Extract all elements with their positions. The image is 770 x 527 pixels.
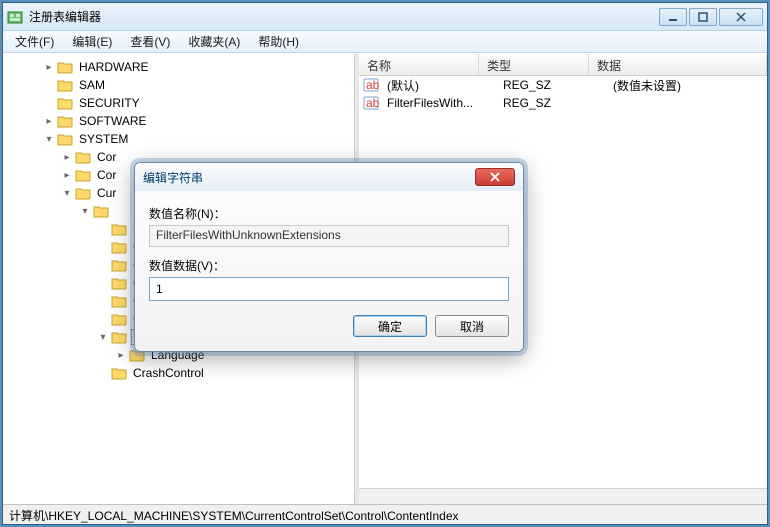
folder-icon <box>111 366 127 380</box>
dialog-close-button[interactable] <box>475 168 515 186</box>
close-button[interactable] <box>719 8 763 26</box>
menu-bar: 文件(F) 编辑(E) 查看(V) 收藏夹(A) 帮助(H) <box>3 31 767 53</box>
collapse-icon[interactable]: ▾ <box>43 133 55 145</box>
edit-string-dialog: 编辑字符串 数值名称(N)： FilterFilesWithUnknownExt… <box>134 162 524 352</box>
titlebar[interactable]: 注册表编辑器 <box>3 3 767 31</box>
list-header: 名称 类型 数据 <box>359 54 767 76</box>
expand-icon[interactable]: ▸ <box>43 61 55 73</box>
tree-item-label: SOFTWARE <box>77 114 149 128</box>
expand-icon[interactable]: ▸ <box>115 349 127 361</box>
svg-text:ab: ab <box>366 78 379 92</box>
folder-icon <box>57 96 73 110</box>
folder-icon <box>111 312 127 326</box>
folder-icon <box>111 222 127 236</box>
menu-file[interactable]: 文件(F) <box>7 31 62 52</box>
cell-name: FilterFilesWith... <box>383 96 499 110</box>
collapse-icon[interactable]: ▾ <box>79 205 91 217</box>
menu-help[interactable]: 帮助(H) <box>250 31 307 52</box>
cell-type: REG_SZ <box>499 78 609 92</box>
folder-icon <box>111 330 127 344</box>
menu-edit[interactable]: 编辑(E) <box>64 31 120 52</box>
status-bar: 计算机\HKEY_LOCAL_MACHINE\SYSTEM\CurrentCon… <box>3 504 767 524</box>
minimize-button[interactable] <box>659 8 687 26</box>
svg-text:ab: ab <box>366 96 379 110</box>
collapse-icon[interactable]: ▾ <box>61 187 73 199</box>
string-value-icon: ab <box>363 95 379 111</box>
maximize-button[interactable] <box>689 8 717 26</box>
tree-item-label: SECURITY <box>77 96 142 110</box>
folder-icon <box>57 114 73 128</box>
menu-favorites[interactable]: 收藏夹(A) <box>180 31 248 52</box>
expand-icon[interactable]: ▸ <box>61 151 73 163</box>
cell-type: REG_SZ <box>499 96 609 110</box>
tree-item-label: HARDWARE <box>77 60 151 74</box>
value-name-field: FilterFilesWithUnknownExtensions <box>149 225 509 247</box>
tree-item-label: CrashControl <box>131 366 206 380</box>
dialog-title: 编辑字符串 <box>143 169 475 186</box>
registry-icon <box>7 9 23 25</box>
tree-item[interactable]: ▸SECURITY <box>3 94 354 112</box>
list-row[interactable]: ab (默认)REG_SZ(数值未设置) <box>359 76 767 94</box>
dialog-titlebar[interactable]: 编辑字符串 <box>135 163 523 191</box>
folder-icon <box>57 78 73 92</box>
folder-icon <box>111 258 127 272</box>
cell-name: (默认) <box>383 77 499 94</box>
list-row[interactable]: ab FilterFilesWith...REG_SZ <box>359 94 767 112</box>
collapse-icon[interactable]: ▾ <box>97 331 109 343</box>
folder-icon <box>57 60 73 74</box>
tree-item[interactable]: ▸CrashControl <box>3 364 354 382</box>
tree-item-label: SYSTEM <box>77 132 130 146</box>
col-name[interactable]: 名称 <box>359 54 479 75</box>
folder-icon <box>111 294 127 308</box>
menu-view[interactable]: 查看(V) <box>122 31 178 52</box>
folder-icon <box>111 276 127 290</box>
cell-data: (数值未设置) <box>609 77 767 94</box>
value-data-label: 数值数据(V)： <box>149 257 509 274</box>
col-data[interactable]: 数据 <box>589 54 767 75</box>
folder-icon <box>57 132 73 146</box>
string-value-icon: ab <box>363 77 379 93</box>
tree-item-label: SAM <box>77 78 107 92</box>
horizontal-scrollbar[interactable] <box>359 488 767 504</box>
expand-icon[interactable]: ▸ <box>61 169 73 181</box>
tree-item-label: Cor <box>95 168 118 182</box>
expand-icon[interactable]: ▸ <box>43 115 55 127</box>
folder-icon <box>93 204 109 218</box>
col-type[interactable]: 类型 <box>479 54 589 75</box>
tree-item[interactable]: ▸ HARDWARE <box>3 58 354 76</box>
folder-icon <box>111 240 127 254</box>
tree-item-label: Cor <box>95 150 118 164</box>
folder-icon <box>75 168 91 182</box>
value-name-label: 数值名称(N)： <box>149 205 509 222</box>
tree-item[interactable]: ▸SAM <box>3 76 354 94</box>
window-title: 注册表编辑器 <box>29 8 659 25</box>
tree-item-label: Cur <box>95 186 118 200</box>
tree-item[interactable]: ▾ SYSTEM <box>3 130 354 148</box>
tree-item[interactable]: ▸ SOFTWARE <box>3 112 354 130</box>
value-data-input[interactable] <box>149 277 509 301</box>
cancel-button[interactable]: 取消 <box>435 315 509 337</box>
ok-button[interactable]: 确定 <box>353 315 427 337</box>
folder-icon <box>75 186 91 200</box>
folder-icon <box>75 150 91 164</box>
